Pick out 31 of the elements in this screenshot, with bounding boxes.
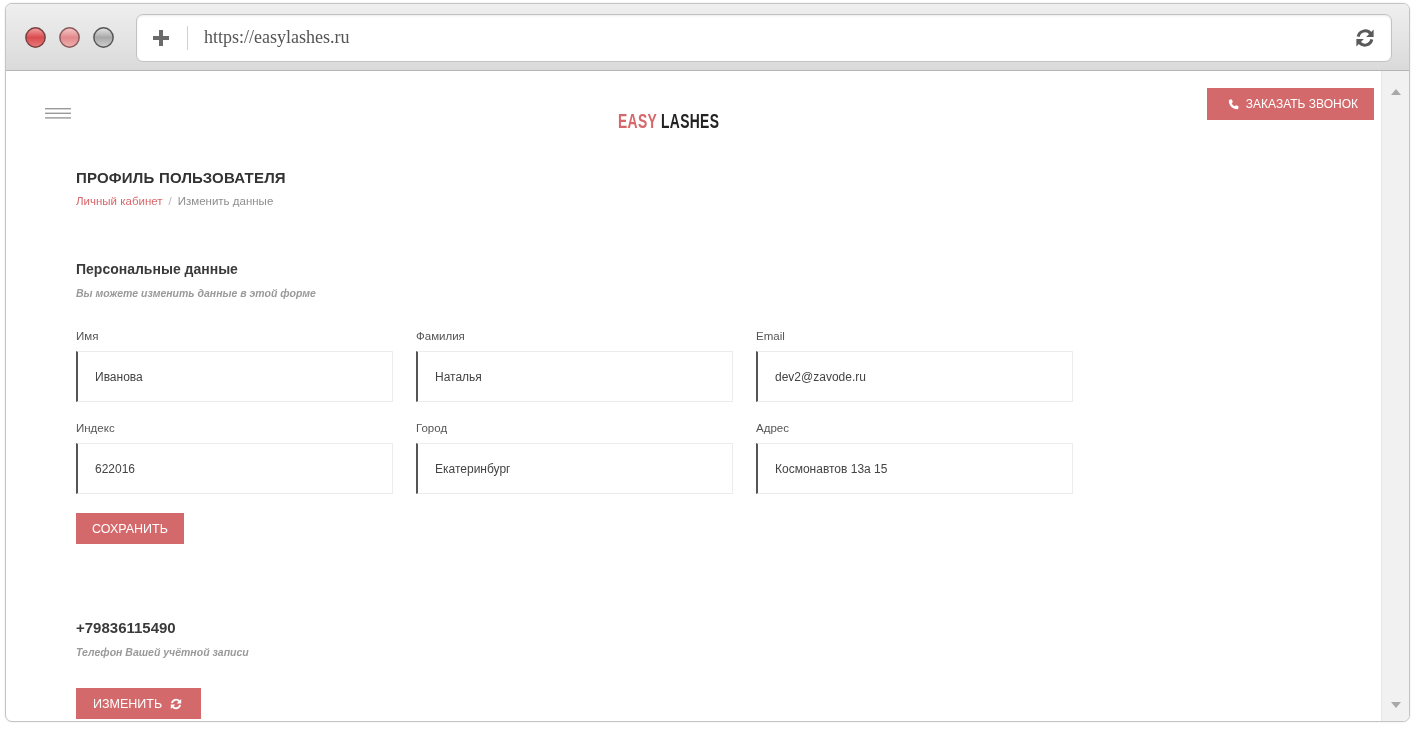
field-label: Индекс (76, 421, 116, 436)
section-heading: Персональные данные (76, 260, 239, 278)
input-field[interactable]: Екатеринбург (416, 443, 733, 494)
field-label: Адрес (756, 421, 790, 436)
url-field[interactable]: https://easylashes.ru (204, 27, 350, 48)
logo[interactable]: EASY LASHES (618, 110, 720, 131)
phone-number: +79836115490 (76, 619, 177, 637)
field-label: Имя (76, 329, 100, 344)
close-icon[interactable] (25, 27, 46, 48)
refresh-icon (170, 697, 183, 710)
input-field[interactable]: Космонавтов 13а 15 (756, 443, 1073, 494)
refresh-icon[interactable] (1355, 27, 1375, 48)
phone-icon (1227, 98, 1239, 110)
field-label: Фамилия (416, 329, 466, 344)
field-label: Город (416, 421, 449, 436)
input-field[interactable]: 622016 (76, 443, 393, 494)
input-field[interactable]: Наталья (416, 351, 733, 402)
plus-icon[interactable] (153, 29, 169, 46)
maximize-icon[interactable] (93, 27, 114, 48)
section-hint: Вы можете изменить данные в этой форме (76, 286, 317, 300)
field-label: Email (756, 329, 786, 344)
phone-hint: Телефон Вашей учётной записи (76, 645, 250, 659)
menu-icon[interactable] (45, 108, 71, 119)
minimize-icon[interactable] (59, 27, 80, 48)
breadcrumb-current: Изменить данные (177, 194, 274, 209)
breadcrumb-link[interactable]: Личный кабинет (76, 193, 163, 209)
breadcrumb-separator: / (168, 194, 172, 209)
page-title: ПРОФИЛЬ ПОЛЬЗОВАТЕЛЯ (76, 169, 287, 187)
input-field[interactable]: dev2@zavode.ru (756, 351, 1073, 402)
input-field[interactable]: Иванова (76, 351, 393, 402)
address-bar[interactable]: https://easylashes.ru (136, 13, 1392, 62)
